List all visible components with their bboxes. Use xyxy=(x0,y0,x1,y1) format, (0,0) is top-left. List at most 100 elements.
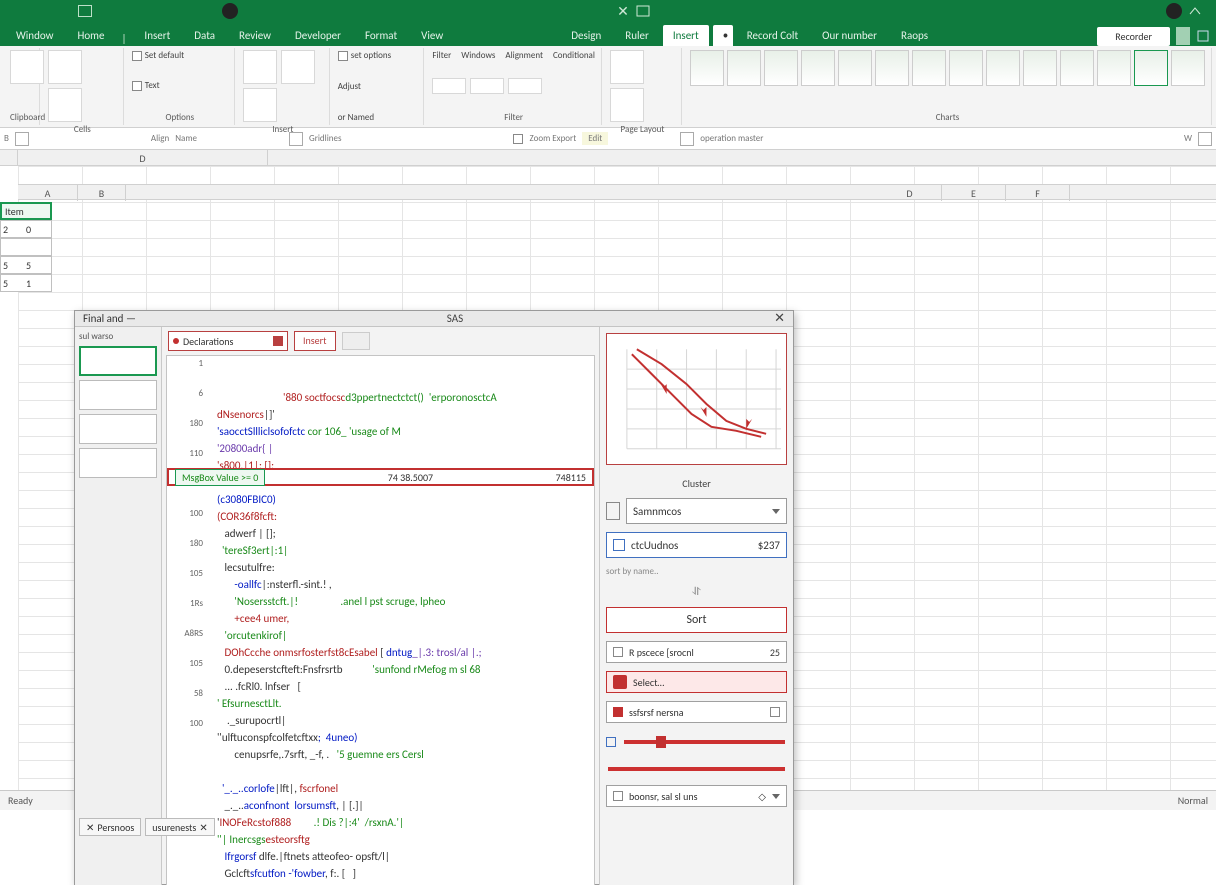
chart-preview[interactable] xyxy=(606,333,787,465)
chart-style-6[interactable] xyxy=(875,50,909,86)
sb-btn-4[interactable] xyxy=(1198,132,1212,146)
window-controls-icon[interactable] xyxy=(1196,27,1210,45)
cell-r2[interactable]: 20 xyxy=(0,220,52,238)
editor-close-icon[interactable]: ✕ xyxy=(774,311,785,326)
hdr-cond[interactable]: Conditional xyxy=(553,50,595,61)
chart-style-11[interactable] xyxy=(1060,50,1094,86)
chart-style-7[interactable] xyxy=(912,50,946,86)
mini-btn-3[interactable] xyxy=(508,78,542,94)
opt-setdefault[interactable]: Set default xyxy=(145,50,184,61)
chart-style-5[interactable] xyxy=(838,50,872,86)
chevron-down-icon[interactable] xyxy=(772,794,780,799)
object-combo[interactable]: Declarations xyxy=(168,331,288,351)
freeze-button[interactable] xyxy=(610,50,644,84)
tab-view[interactable]: View xyxy=(411,25,453,46)
arrange-button[interactable] xyxy=(610,88,644,122)
chart-style-10[interactable] xyxy=(1023,50,1057,86)
tab-ruler[interactable]: Ruler xyxy=(615,25,659,46)
chart-style-14[interactable] xyxy=(1171,50,1205,86)
mini-btn-2[interactable] xyxy=(470,78,504,94)
chart-style-4[interactable] xyxy=(801,50,835,86)
cell-header-item[interactable]: Item xyxy=(0,202,52,220)
close-icon[interactable]: ✕ xyxy=(617,3,629,20)
option-row-2[interactable]: Select… xyxy=(606,671,787,693)
option-row-4[interactable]: boonsr, sal sl uns ◇ xyxy=(606,785,787,807)
code-area[interactable]: 161801101051001801051RsA8RS10558100 '880… xyxy=(166,355,595,885)
cell-r4[interactable]: 55 xyxy=(0,256,52,274)
sb-name[interactable]: Name xyxy=(175,133,197,144)
opt-text[interactable]: Text xyxy=(145,80,160,91)
tab-design[interactable]: Design xyxy=(561,25,611,46)
cell-r5[interactable]: 51 xyxy=(0,274,52,292)
slider-thumb[interactable] xyxy=(656,736,666,748)
col-E[interactable]: E xyxy=(942,185,1006,201)
tab-window[interactable]: Window xyxy=(6,25,64,46)
col-B[interactable]: B xyxy=(78,185,126,201)
tab-home[interactable]: Home xyxy=(68,25,115,46)
account-avatar-2[interactable] xyxy=(1166,3,1182,19)
select-all-triangle[interactable] xyxy=(0,150,18,166)
sb-btn-3[interactable] xyxy=(680,132,694,146)
chart-style-1[interactable] xyxy=(690,50,724,86)
nav-thumb-2[interactable] xyxy=(79,380,157,410)
tab-insert-1[interactable]: Insert xyxy=(134,25,180,46)
chart-style-12[interactable] xyxy=(1097,50,1131,86)
tab-data[interactable]: Data xyxy=(184,25,225,46)
col-F[interactable]: F xyxy=(1006,185,1070,201)
font-button-1[interactable] xyxy=(48,50,82,84)
insert-proc-button[interactable]: Insert xyxy=(294,331,336,351)
status-normal[interactable]: Normal xyxy=(1178,794,1208,807)
opt-check-2[interactable] xyxy=(132,81,142,91)
sort-button[interactable]: Sort xyxy=(606,607,787,633)
chart-style-9[interactable] xyxy=(986,50,1020,86)
col-A[interactable]: A xyxy=(18,185,78,201)
tab-developer[interactable]: Developer xyxy=(285,25,351,46)
hdr-align[interactable]: Alignment xyxy=(505,50,543,61)
chart-style-3[interactable] xyxy=(764,50,798,86)
col-D2[interactable]: D xyxy=(878,185,942,201)
value-box[interactable]: ctcUudnos $237 xyxy=(606,532,787,558)
col-D-wide[interactable]: D xyxy=(18,150,268,166)
font-button-2[interactable] xyxy=(48,88,82,122)
slider-track[interactable] xyxy=(624,740,785,744)
tab-format[interactable]: Format xyxy=(355,25,407,46)
tab-record-colt[interactable]: Record Colt xyxy=(737,25,808,46)
col-last[interactable] xyxy=(1198,185,1216,201)
maximize-icon[interactable] xyxy=(635,4,651,18)
insert-cells-button[interactable] xyxy=(243,50,277,84)
sb-btn-1[interactable] xyxy=(15,132,29,146)
option-row-3[interactable]: ssfsrsf nersna xyxy=(606,701,787,723)
bottom-tab-1[interactable]: ✕Persnoos xyxy=(79,818,141,836)
account-avatar[interactable] xyxy=(222,3,238,19)
option-row-1[interactable]: R pscece [srocnl 25 xyxy=(606,641,787,663)
chart-style-13[interactable] xyxy=(1134,50,1168,86)
nav-thumb-1[interactable] xyxy=(79,346,157,376)
recorder-dropdown-icon[interactable] xyxy=(1176,27,1190,45)
highlight-row[interactable]: MsgBox Value >= 0 74 38.5007 748115 xyxy=(167,468,594,486)
nav-thumb-4[interactable] xyxy=(79,448,157,478)
tab-our-number[interactable]: Our number xyxy=(812,25,887,46)
delete-cells-button[interactable] xyxy=(281,50,315,84)
sb-btn-2[interactable] xyxy=(289,132,303,146)
system-menu-icon[interactable] xyxy=(78,5,92,17)
tab-review[interactable]: Review xyxy=(229,25,281,46)
cell-r3[interactable] xyxy=(0,238,52,256)
format-cells-button[interactable] xyxy=(243,88,277,122)
chart-style-8[interactable] xyxy=(949,50,983,86)
chk-setopt[interactable] xyxy=(338,51,348,61)
tab-insert-active[interactable]: Insert xyxy=(663,25,709,46)
series-dropdown[interactable]: Samnmcos xyxy=(626,498,787,524)
sb-chk-zoom[interactable] xyxy=(513,134,523,144)
tab-raops[interactable]: Raops xyxy=(891,25,938,46)
recorder-button[interactable]: Recorder xyxy=(1097,27,1170,46)
editor-titlebar[interactable]: Final and — SAS ✕ xyxy=(75,311,793,327)
sb-align[interactable]: Align xyxy=(151,133,169,144)
hdr-filter[interactable]: Filter xyxy=(432,50,451,61)
hdr-windows[interactable]: Windows xyxy=(461,50,495,61)
mini-btn-1[interactable] xyxy=(432,78,466,94)
opt-check-1[interactable] xyxy=(132,51,142,61)
sb-grid[interactable]: Gridlines xyxy=(309,133,341,144)
opt3-check[interactable] xyxy=(770,707,780,717)
bottom-tab-2[interactable]: usurenests✕ xyxy=(145,818,214,836)
chart-style-2[interactable] xyxy=(727,50,761,86)
